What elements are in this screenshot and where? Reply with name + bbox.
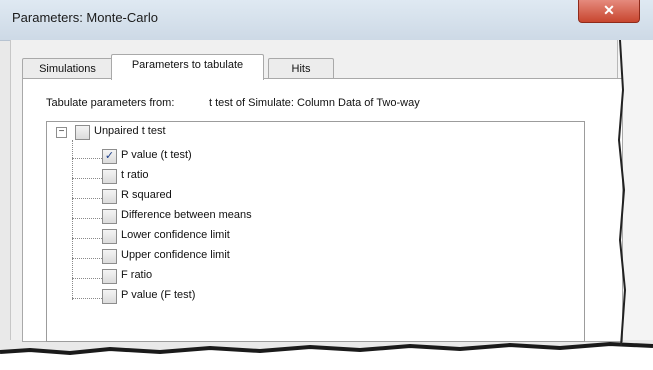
tree-item-label: P value (t test) — [121, 149, 192, 161]
torn-edge-line — [0, 341, 653, 356]
tree-item-p-value-t-test[interactable]: ✓ P value (t test) — [47, 148, 347, 166]
tree-item-label: P value (F test) — [121, 289, 196, 301]
tree-collapse-icon[interactable]: − — [56, 127, 67, 138]
tab-label: Simulations — [39, 63, 96, 75]
checkbox-icon[interactable] — [102, 189, 117, 204]
tab-parameters-to-tabulate[interactable]: Parameters to tabulate — [111, 54, 264, 80]
tree-item-label: Lower confidence limit — [121, 229, 230, 241]
tab-hits[interactable]: Hits — [268, 58, 334, 79]
tree-item-r-squared[interactable]: R squared — [47, 188, 347, 206]
tabulate-from-label: Tabulate parameters from: — [46, 97, 175, 109]
tree-item-upper-confidence-limit[interactable]: Upper confidence limit — [47, 248, 347, 266]
tree-item-label: R squared — [121, 189, 172, 201]
parameters-tree[interactable]: − Unpaired t test ✓ P value (t test) t r… — [46, 121, 585, 342]
tree-root-label: Unpaired t test — [94, 125, 166, 137]
tree-item-label: F ratio — [121, 269, 153, 281]
checkbox-icon[interactable] — [102, 269, 117, 284]
checkbox-icon[interactable] — [102, 289, 117, 304]
checkbox-icon[interactable] — [102, 209, 117, 224]
checkbox-icon[interactable] — [102, 229, 117, 244]
torn-edge-white — [0, 344, 653, 370]
tab-simulations[interactable]: Simulations — [22, 58, 113, 79]
tree-item-label: Upper confidence limit — [121, 249, 230, 261]
window-title: Parameters: Monte-Carlo — [12, 10, 158, 25]
tree-root-unpaired-t-test[interactable]: − Unpaired t test — [47, 124, 347, 142]
checkbox-icon[interactable]: ✓ — [102, 149, 117, 164]
tab-label: Parameters to tabulate — [131, 59, 244, 71]
tree-item-label: t ratio — [121, 169, 149, 181]
close-icon: ✕ — [603, 2, 615, 18]
close-button[interactable]: ✕ — [578, 0, 640, 23]
title-bar: Parameters: Monte-Carlo ✕ — [0, 0, 653, 41]
checkbox-icon[interactable] — [102, 169, 117, 184]
tree-item-f-ratio[interactable]: F ratio — [47, 268, 347, 286]
tree-item-difference-between-means[interactable]: Difference between means — [47, 208, 347, 226]
tree-item-p-value-f-test[interactable]: P value (F test) — [47, 288, 347, 306]
tree-item-t-ratio[interactable]: t ratio — [47, 168, 347, 186]
tree-item-label: Difference between means — [121, 209, 252, 221]
tree-item-lower-confidence-limit[interactable]: Lower confidence limit — [47, 228, 347, 246]
checkbox-icon[interactable] — [75, 125, 90, 140]
checkbox-icon[interactable] — [102, 249, 117, 264]
tabulate-from-value: t test of Simulate: Column Data of Two-w… — [209, 97, 420, 109]
tab-label: Hits — [291, 63, 311, 75]
